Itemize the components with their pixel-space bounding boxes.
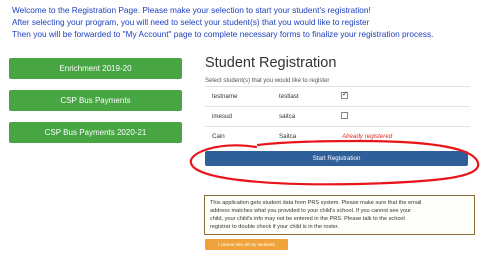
student-checkbox[interactable] [341, 90, 348, 99]
info-notice: This application gets student data from … [204, 195, 475, 235]
student-first-name: Cain [212, 133, 225, 140]
student-last-name: testlast [279, 93, 299, 100]
program-button-csp-bus-payments-2020-21[interactable]: CSP Bus Payments 2020-21 [9, 122, 182, 143]
intro-line-1: Welcome to the Registration Page. Please… [12, 5, 371, 15]
intro-line-2: After selecting your program, you will n… [12, 17, 370, 28]
program-button-csp-bus-payments[interactable]: CSP Bus Payments [9, 90, 182, 111]
student-row: imesud saitca [205, 106, 470, 126]
info-line-4: registrar to double check if your child … [210, 224, 340, 230]
page-title: Student Registration [205, 55, 337, 71]
info-line-1: This application gets student data from … [210, 200, 422, 206]
student-last-name: Saitca [279, 133, 297, 140]
cannot-see-students-button[interactable]: I cannot see all my students [205, 239, 288, 250]
student-checkbox[interactable] [341, 112, 348, 119]
start-registration-button[interactable]: Start Registration [205, 151, 468, 166]
select-students-label: Select student(s) that you would like to… [205, 78, 330, 84]
already-registered-label: Already registered [342, 133, 393, 140]
student-first-name: imesud [212, 113, 232, 120]
student-last-name: saitca [279, 113, 296, 120]
info-line-2: address matches what you provided to you… [210, 208, 411, 214]
student-row: testname testlast [205, 86, 470, 106]
program-button-enrichment[interactable]: Enrichment 2019-20 [9, 58, 182, 79]
student-row: Cain Saitca Already registered [205, 126, 470, 146]
intro-line-3: Then you will be forwarded to "My Accoun… [12, 29, 434, 40]
intro-text: Welcome to the Registration Page. Please… [12, 4, 480, 41]
info-line-3: child, your child's info may not be ente… [210, 216, 405, 222]
student-table: testname testlast imesud saitca Cain Sai… [205, 86, 470, 146]
student-first-name: testname [212, 93, 238, 100]
